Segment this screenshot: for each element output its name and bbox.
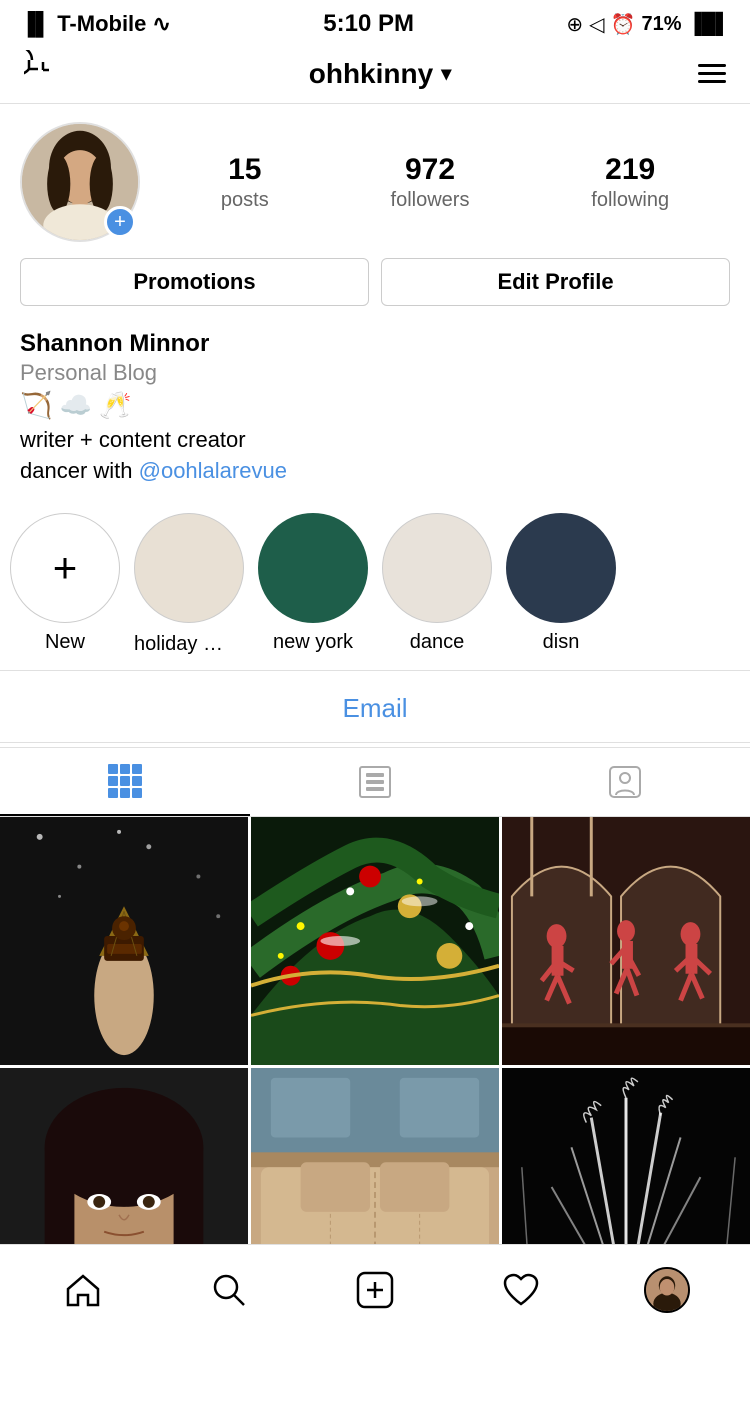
tab-grid[interactable]	[0, 748, 250, 816]
profile-name: Shannon Minnor	[20, 330, 730, 358]
add-post-nav-button[interactable]	[345, 1260, 405, 1320]
add-story-button[interactable]: +	[104, 206, 136, 238]
profile-category: Personal Blog	[20, 360, 730, 386]
avatar-wrapper[interactable]: +	[20, 122, 140, 242]
feed-icon	[358, 765, 392, 799]
alarm-icon: ⏰	[611, 12, 636, 37]
stories-row: + New holiday 🥂 ... new york dance disn	[0, 497, 750, 666]
story-item-holiday[interactable]: holiday 🥂 ...	[134, 513, 244, 656]
profile-nav-button[interactable]	[637, 1260, 697, 1320]
story-label-dance: dance	[410, 631, 465, 654]
location-icon: ◁	[589, 12, 604, 37]
status-right-icons: ⊕ ◁ ⏰ 71% ▐█▌	[566, 12, 730, 37]
bio-text: writer + content creator dancer with @oo…	[20, 425, 730, 487]
following-label: following	[591, 189, 669, 212]
photo-cell-1[interactable]	[0, 817, 248, 1065]
username-dropdown[interactable]: ohhkinny ▾	[309, 58, 452, 90]
bio-line1: writer + content creator	[20, 427, 246, 452]
followers-stat[interactable]: 972 followers	[391, 153, 470, 212]
username-text: ohhkinny	[309, 58, 433, 90]
story-label-new: New	[45, 631, 85, 654]
edit-profile-button[interactable]: Edit Profile	[381, 258, 730, 306]
story-item-newyork[interactable]: new york	[258, 513, 368, 656]
bio-section: Shannon Minnor Personal Blog 🏹 ☁️ 🥂 writ…	[0, 316, 750, 497]
followers-count: 972	[405, 153, 455, 187]
signal-icon: ▐▌	[20, 11, 51, 37]
wifi-icon: ∿	[152, 11, 170, 37]
story-circle-disn	[506, 513, 616, 623]
chevron-down-icon: ▾	[441, 61, 451, 86]
photo-grid	[0, 817, 750, 1316]
search-icon	[208, 1269, 250, 1311]
history-icon[interactable]	[24, 50, 62, 97]
bio-link[interactable]: @oohlalarevue	[139, 458, 287, 483]
profile-section: + 15 posts 972 followers 219 following P…	[0, 104, 750, 316]
bottom-nav	[0, 1244, 750, 1334]
posts-label: posts	[221, 189, 269, 212]
activity-nav-button[interactable]	[491, 1260, 551, 1320]
photo-cell-3[interactable]	[502, 817, 750, 1065]
story-item-disn[interactable]: disn	[506, 513, 616, 656]
bio-emojis: 🏹 ☁️ 🥂	[20, 390, 730, 421]
email-section: Email	[0, 675, 750, 738]
bio-line2: dancer with	[20, 458, 139, 483]
action-buttons: Promotions Edit Profile	[20, 258, 730, 306]
battery-icon: ▐█▌	[687, 13, 730, 36]
battery-label: 71%	[641, 13, 681, 36]
grid-icon	[108, 764, 142, 798]
photo-cell-2[interactable]	[251, 817, 499, 1065]
home-icon	[62, 1269, 104, 1311]
divider-1	[0, 670, 750, 671]
story-circle-newyork	[258, 513, 368, 623]
story-circle-new: +	[10, 513, 120, 623]
add-post-icon	[354, 1269, 396, 1311]
stats-area: 15 posts 972 followers 219 following	[160, 153, 730, 212]
story-item-new[interactable]: + New	[10, 513, 120, 656]
carrier-label: T-Mobile	[57, 11, 146, 37]
story-circle-dance	[382, 513, 492, 623]
profile-nav-avatar	[644, 1267, 690, 1313]
story-item-dance[interactable]: dance	[382, 513, 492, 656]
screen-record-icon: ⊕	[566, 12, 583, 37]
following-count: 219	[605, 153, 655, 187]
tab-bar	[0, 747, 750, 817]
email-link[interactable]: Email	[342, 693, 407, 723]
posts-stat[interactable]: 15 posts	[221, 153, 269, 212]
posts-count: 15	[228, 153, 261, 187]
add-story-icon: +	[53, 544, 78, 592]
tab-feed[interactable]	[250, 748, 500, 816]
following-stat[interactable]: 219 following	[591, 153, 669, 212]
story-label-disn: disn	[543, 631, 580, 654]
status-time: 5:10 PM	[323, 10, 414, 38]
home-nav-button[interactable]	[53, 1260, 113, 1320]
followers-label: followers	[391, 189, 470, 212]
status-bar: ▐▌ T-Mobile ∿ 5:10 PM ⊕ ◁ ⏰ 71% ▐█▌	[0, 0, 750, 44]
status-carrier: ▐▌ T-Mobile ∿	[20, 11, 171, 37]
heart-icon	[500, 1269, 542, 1311]
story-label-holiday: holiday 🥂 ...	[134, 631, 244, 656]
tab-tagged[interactable]	[500, 748, 750, 816]
search-nav-button[interactable]	[199, 1260, 259, 1320]
nav-bar: ohhkinny ▾	[0, 44, 750, 104]
divider-2	[0, 742, 750, 743]
hamburger-menu-icon[interactable]	[698, 64, 726, 83]
tagged-icon	[608, 765, 642, 799]
story-circle-holiday	[134, 513, 244, 623]
story-label-newyork: new york	[273, 631, 353, 654]
profile-top: + 15 posts 972 followers 219 following	[20, 122, 730, 242]
promotions-button[interactable]: Promotions	[20, 258, 369, 306]
